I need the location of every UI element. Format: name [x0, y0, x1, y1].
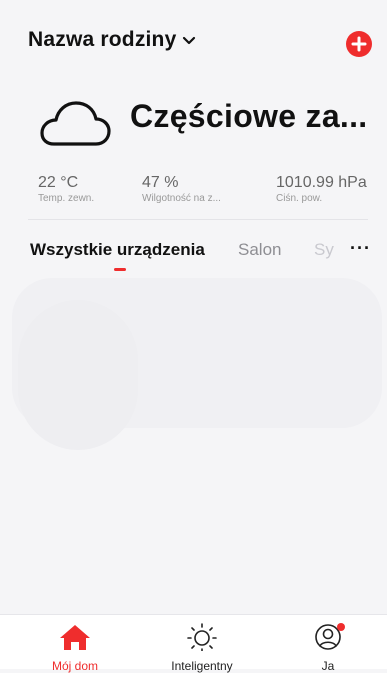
- stat-label: Wilgotność na z...: [142, 193, 221, 204]
- chevron-down-icon: [183, 36, 196, 45]
- family-name: Nazwa rodziny: [28, 28, 177, 51]
- active-tab-indicator: [114, 268, 126, 271]
- nav-home-label: Mój dom: [51, 659, 98, 673]
- nav-smart-label: Inteligentny: [171, 659, 233, 673]
- stat-label: Ciśn. pow.: [276, 193, 323, 204]
- room-tabs: Wszystkie urządzenia Salon Sy: [0, 240, 387, 280]
- sun-icon: [187, 623, 217, 652]
- plus-icon: [351, 36, 367, 52]
- nav-me[interactable]: Ja: [296, 623, 360, 673]
- divider: [28, 219, 368, 220]
- device-list-placeholder: [18, 300, 138, 450]
- stat-label: Temp. zewn.: [38, 193, 95, 204]
- header: Nazwa rodziny: [0, 0, 387, 80]
- family-selector[interactable]: Nazwa rodziny: [28, 28, 196, 52]
- nav-me-label: Ja: [321, 659, 335, 673]
- nav-home[interactable]: Mój dom: [40, 623, 110, 673]
- home-icon: [60, 625, 90, 650]
- add-button[interactable]: [346, 31, 372, 57]
- stat-value: 1010.99 hPa: [276, 174, 367, 191]
- weather-condition: Częściowe za...: [130, 98, 368, 134]
- stat-humidity: 47 % Wilgotność na z...: [142, 174, 221, 204]
- stat-value: 47 %: [142, 174, 179, 191]
- bottom-navigation: Mój dom Inteligentny Ja: [0, 614, 387, 673]
- tab-sy[interactable]: Sy: [314, 240, 334, 260]
- tab-salon[interactable]: Salon: [238, 240, 281, 260]
- stat-value: 22 °C: [38, 174, 79, 191]
- weather-stats: 22 °C Temp. zewn. 47 % Wilgotność na z..…: [0, 174, 387, 214]
- notification-dot: [337, 623, 345, 631]
- cloud-icon: [40, 101, 111, 146]
- more-tabs-button[interactable]: ···: [350, 238, 371, 259]
- stat-temperature: 22 °C Temp. zewn.: [38, 174, 94, 204]
- nav-smart[interactable]: Inteligentny: [160, 623, 244, 673]
- tab-all-devices[interactable]: Wszystkie urządzenia: [30, 240, 205, 260]
- stat-pressure: 1010.99 hPa Ciśn. pow.: [276, 174, 367, 204]
